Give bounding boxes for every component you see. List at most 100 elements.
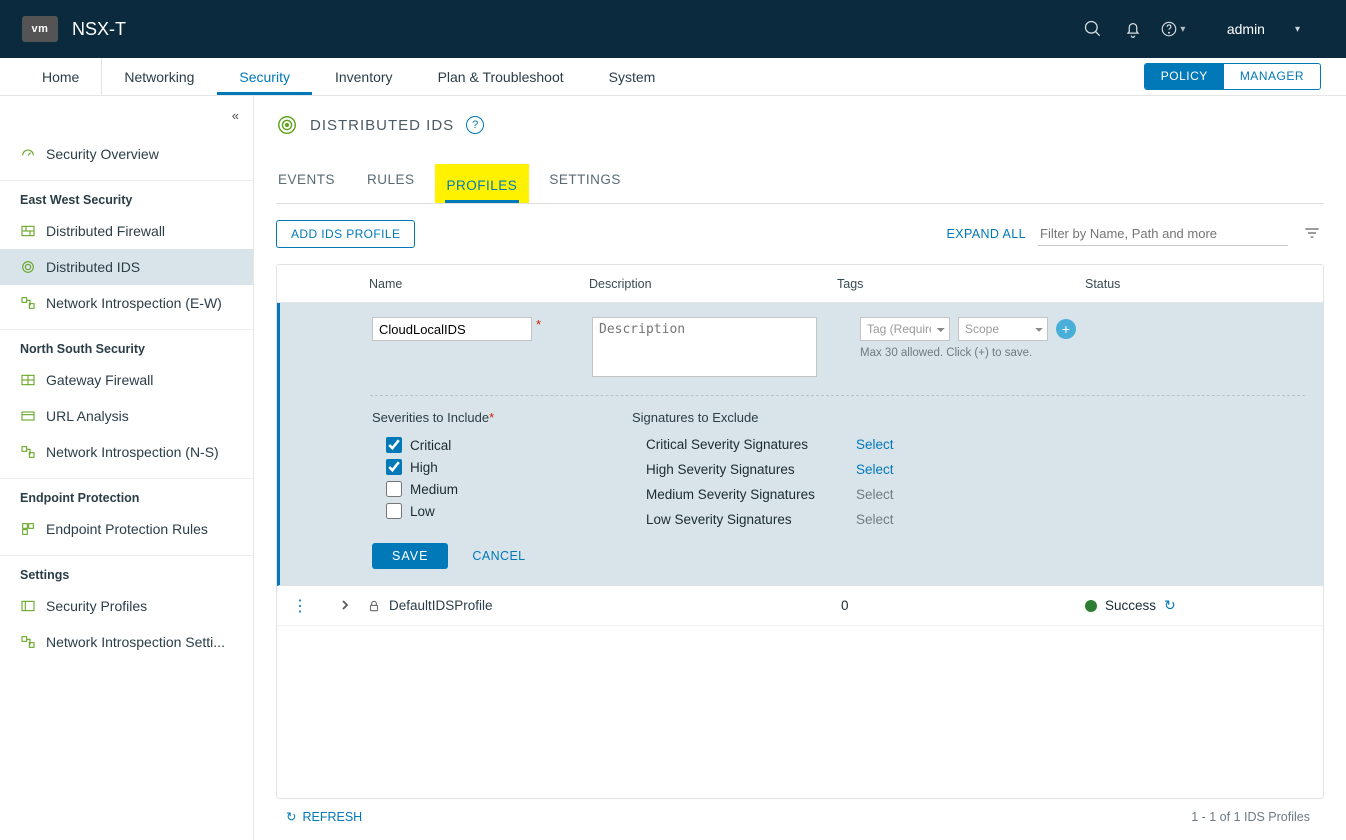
nav-system[interactable]: System [587,58,679,95]
cancel-button[interactable]: CANCEL [472,549,525,563]
sidebar-dfw[interactable]: Distributed Firewall [0,213,253,249]
sidebar-sec-profiles[interactable]: Security Profiles [0,588,253,624]
col-desc[interactable]: Description [589,277,837,291]
scope-select[interactable]: Scope [958,317,1048,341]
sidebar-item-label: Network Introspection (E-W) [46,295,222,311]
severity-low[interactable]: Low [386,503,572,519]
profiles-icon [20,598,36,614]
firewall-icon [20,372,36,388]
profiles-table: Name Description Tags Status * [276,264,1324,799]
sidebar-item-label: Security Overview [46,146,159,162]
product-name: NSX-T [72,19,126,40]
row-expand-icon[interactable] [323,598,367,613]
col-tags[interactable]: Tags [837,277,1085,291]
target-icon [20,259,36,275]
sig-critical-select[interactable]: Select [856,437,946,452]
filter-input[interactable] [1038,222,1288,246]
expand-all-link[interactable]: EXPAND ALL [946,227,1026,241]
sig-medium-select: Select [856,487,946,502]
nav-networking[interactable]: Networking [102,58,217,95]
chevron-down-icon: ▾ [1295,24,1300,35]
chevron-down-icon: ▾ [1180,24,1185,35]
nav-plan[interactable]: Plan & Troubleshoot [416,58,587,95]
main-content: DISTRIBUTED IDS ? EVENTS RULES PROFILES … [254,96,1346,840]
sidebar: « Security Overview East West Security D… [0,96,254,840]
save-button[interactable]: SAVE [372,543,448,569]
sidebar-group-settings: Settings [0,568,253,588]
target-icon [276,114,298,136]
sig-low-select: Select [856,512,946,527]
endpoint-icon [20,521,36,537]
profile-desc-input[interactable] [592,317,817,377]
table-header: Name Description Tags Status [277,265,1323,303]
signatures-title: Signatures to Exclude [632,410,946,425]
sidebar-item-label: Gateway Firewall [46,372,153,388]
profile-name-input[interactable] [372,317,532,341]
sidebar-ep-rules[interactable]: Endpoint Protection Rules [0,511,253,547]
sidebar-ni-ew[interactable]: Network Introspection (E-W) [0,285,253,321]
sig-high-select[interactable]: Select [856,462,946,477]
severity-high[interactable]: High [386,459,572,475]
tab-events[interactable]: EVENTS [276,164,337,203]
vmware-logo: vm [22,16,58,42]
row-menu-icon[interactable]: ⋮ [277,596,323,616]
row-count: 1 - 1 of 1 IDS Profiles [1191,810,1310,824]
nav-security[interactable]: Security [217,58,313,95]
severity-critical[interactable]: Critical [386,437,572,453]
bell-icon[interactable] [1113,9,1153,49]
sidebar-item-label: Distributed IDS [46,259,140,275]
sidebar-item-label: Network Introspection (N-S) [46,444,219,460]
sidebar-dids[interactable]: Distributed IDS [0,249,253,285]
tab-settings[interactable]: SETTINGS [547,164,623,203]
sig-low-label: Low Severity Signatures [646,512,856,527]
sidebar-ni-ns[interactable]: Network Introspection (N-S) [0,434,253,470]
network-icon [20,295,36,311]
sig-high-label: High Severity Signatures [646,462,856,477]
nav-home[interactable]: Home [20,58,102,95]
user-menu[interactable]: admin ▾ [1227,21,1300,37]
tab-profiles[interactable]: PROFILES [445,170,520,203]
sig-critical-label: Critical Severity Signatures [646,437,856,452]
row-name: DefaultIDSProfile [389,598,493,613]
help-icon[interactable]: ? [466,116,484,134]
nav-inventory[interactable]: Inventory [313,58,416,95]
sidebar-ni-settings[interactable]: Network Introspection Setti... [0,624,253,660]
sidebar-security-overview[interactable]: Security Overview [0,136,253,172]
sidebar-item-label: Distributed Firewall [46,223,165,239]
mode-policy[interactable]: POLICY [1145,64,1224,89]
search-icon[interactable] [1073,9,1113,49]
help-icon[interactable]: ▾ [1153,9,1193,49]
refresh-icon: ↻ [286,809,296,824]
sidebar-item-label: Network Introspection Setti... [46,634,225,650]
top-header: vm NSX-T ▾ admin ▾ [0,0,1346,58]
col-status[interactable]: Status [1085,277,1323,291]
sidebar-item-label: Security Profiles [46,598,147,614]
mode-manager[interactable]: MANAGER [1224,64,1320,89]
page-title: DISTRIBUTED IDS [310,117,454,134]
user-name: admin [1227,21,1265,37]
add-ids-profile-button[interactable]: ADD IDS PROFILE [276,220,415,248]
required-marker: * [536,317,541,332]
sidebar-gfw[interactable]: Gateway Firewall [0,362,253,398]
url-icon [20,408,36,424]
refresh-link[interactable]: ↻ REFRESH [286,809,362,824]
gauge-icon [20,146,36,162]
tag-hint: Max 30 allowed. Click (+) to save. [860,347,1120,359]
col-name[interactable]: Name [367,277,589,291]
severity-medium[interactable]: Medium [386,481,572,497]
mode-switch: POLICY MANAGER [1144,63,1321,90]
network-icon [20,444,36,460]
sidebar-group-ns: North South Security [0,342,253,362]
network-icon [20,634,36,650]
inline-editor: * Tag (Required) Scope + Max 30 allowed.… [277,303,1323,586]
sidebar-collapse-icon[interactable]: « [232,108,239,123]
refresh-icon[interactable]: ↻ [1164,597,1176,614]
tab-rules[interactable]: RULES [365,164,417,203]
tag-select[interactable]: Tag (Required) [860,317,950,341]
sidebar-group-ep: Endpoint Protection [0,491,253,511]
sub-tabs: EVENTS RULES PROFILES SETTINGS [276,164,1324,204]
sidebar-group-ew: East West Security [0,193,253,213]
add-tag-button[interactable]: + [1056,319,1076,339]
filter-icon[interactable] [1300,227,1324,242]
sidebar-url[interactable]: URL Analysis [0,398,253,434]
